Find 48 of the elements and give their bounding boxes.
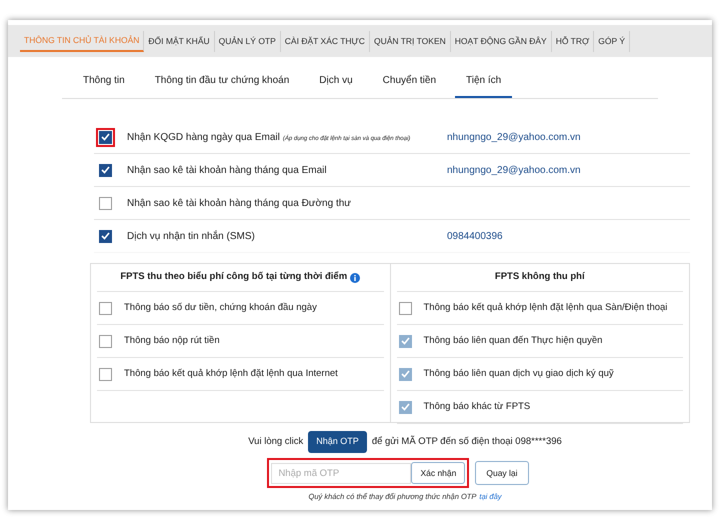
main-tab[interactable]: CÀI ĐẶT XÁC THỰC — [280, 30, 370, 52]
checkbox[interactable] — [99, 334, 112, 348]
check-icon — [101, 166, 110, 174]
checkbox[interactable] — [99, 368, 112, 380]
notification-label: Thông báo liên quan dịch vụ giao dịch ký quỹ — [424, 366, 614, 381]
check-icon — [101, 232, 110, 240]
checkbox[interactable] — [99, 130, 112, 144]
notification-label: Thông báo kết quả khớp lệnh đặt lệnh qua Internet — [124, 366, 338, 381]
sub-tab[interactable]: Thông tin đầu tư chứng khoán — [144, 65, 300, 98]
check-icon — [400, 337, 410, 345]
sub-tab[interactable]: Chuyển tiền — [372, 65, 448, 98]
otp-input-field[interactable]: Nhập mã OTP — [271, 462, 412, 484]
main-tab[interactable]: QUẢN TRỊ TOKEN — [370, 30, 451, 52]
back-button[interactable]: Quay lại — [475, 461, 529, 485]
option-label: Nhận sao kê tài khoản hàng tháng qua Email — [127, 164, 328, 178]
check-icon — [400, 403, 410, 411]
checkbox[interactable] — [99, 196, 112, 210]
checkbox[interactable] — [99, 164, 112, 176]
main-tab[interactable]: HỖ TRỢ — [552, 30, 594, 52]
option-value: nhungngo_29@yahoo.com.vn — [447, 164, 581, 178]
notification-label: Thông báo nộp rút tiền — [124, 334, 220, 348]
option-label: Dịch vụ nhận tin nhắn (SMS) — [127, 229, 256, 244]
sub-tab[interactable]: Dịch vụ — [308, 65, 364, 98]
notification-label: Thông báo kết quả khớp lệnh đặt lệnh qua Sàn/Điện thoại — [424, 300, 668, 315]
confirm-button[interactable]: Xác nhận — [411, 462, 466, 484]
info-icon — [350, 272, 360, 282]
get-otp-button[interactable]: Nhận OTP — [308, 431, 367, 453]
checkbox[interactable] — [99, 302, 112, 314]
main-tab[interactable]: HOẠT ĐỘNG GẦN ĐÂY — [450, 30, 552, 52]
checkbox[interactable] — [99, 230, 112, 242]
checkbox[interactable] — [398, 302, 412, 314]
otp-prompt: để gửi MÃ OTP đến số điện thoại 098****396 — [372, 434, 562, 449]
notification-label: Thông báo khác từ FPTS — [424, 400, 530, 414]
notification-label: Thông báo số dư tiền, chứng khoán đầu ngày — [124, 300, 317, 315]
check-icon — [101, 133, 110, 141]
option-value: 0984400396 — [447, 230, 503, 244]
otp-prompt: Vui lòng click — [248, 434, 304, 449]
notification-label: Thông báo liên quan đến Thực hiện quyền — [424, 334, 602, 348]
check-icon — [400, 370, 410, 378]
option-label: Nhận sao kê tài khoản hàng tháng qua Đường thư — [127, 196, 352, 210]
sub-tab[interactable]: Thông tin — [72, 65, 136, 98]
main-tab[interactable]: QUẢN LÝ OTP — [214, 30, 281, 52]
main-tab[interactable]: GÓP Ý — [594, 30, 630, 52]
panel-title: FPTS thu theo biểu phí công bố tại từng thời điểm — [120, 270, 348, 284]
sub-tab[interactable]: Tiện ích — [455, 65, 512, 98]
panel-title: FPTS không thu phí — [494, 270, 585, 284]
option-value: nhungngo_29@yahoo.com.vn — [447, 130, 581, 144]
main-tab[interactable]: ĐỔI MẬT KHẨU — [144, 30, 215, 52]
